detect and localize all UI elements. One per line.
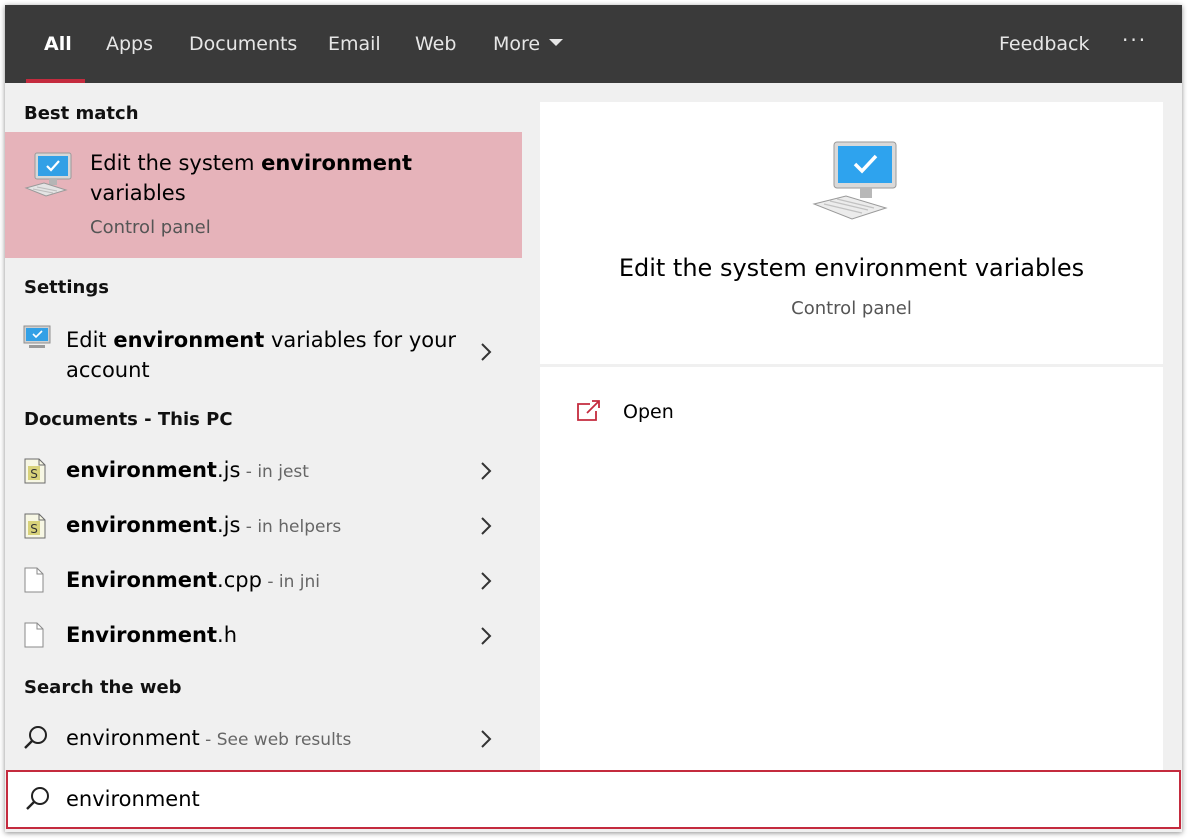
document-name-highlight: Environment bbox=[66, 568, 218, 592]
document-item[interactable]: S environment.js - in jest bbox=[5, 445, 522, 497]
document-name-highlight: environment bbox=[66, 513, 217, 537]
best-match-title-prefix: Edit the system bbox=[90, 151, 262, 175]
document-item-label: Environment.cpp - in jni bbox=[66, 568, 320, 592]
tab-apps[interactable]: Apps bbox=[106, 5, 153, 83]
search-icon bbox=[25, 786, 51, 816]
best-match-title-highlight: environment bbox=[261, 151, 413, 175]
tab-email[interactable]: Email bbox=[328, 5, 381, 83]
settings-item-highlight: environment bbox=[113, 328, 265, 352]
settings-item-label: Edit environment variables for your acco… bbox=[66, 325, 456, 385]
preview-card: Edit the system environment variables Co… bbox=[540, 102, 1163, 364]
preview-subtitle: Control panel bbox=[791, 298, 912, 319]
document-extension: .cpp bbox=[217, 568, 262, 592]
js-file-icon: S bbox=[23, 513, 47, 543]
web-search-item[interactable]: environment - See web results bbox=[5, 713, 522, 765]
blank-file-icon bbox=[23, 622, 45, 652]
more-options-button[interactable]: ··· bbox=[1122, 5, 1147, 83]
document-extension: .js bbox=[216, 513, 241, 537]
feedback-button[interactable]: Feedback bbox=[999, 5, 1089, 83]
tab-documents[interactable]: Documents bbox=[189, 5, 297, 83]
document-item-label: environment.js - in jest bbox=[66, 458, 309, 482]
document-item[interactable]: Environment.h bbox=[5, 610, 522, 662]
document-item-label: environment.js - in helpers bbox=[66, 513, 341, 537]
svg-text:S: S bbox=[30, 522, 38, 536]
document-item[interactable]: S environment.js - in helpers bbox=[5, 500, 522, 552]
search-input[interactable] bbox=[66, 784, 1156, 814]
search-bar[interactable] bbox=[6, 770, 1181, 829]
preview-title: Edit the system environment variables bbox=[618, 254, 1085, 282]
web-search-query: environment bbox=[66, 726, 200, 750]
section-heading-documents: Documents - This PC bbox=[24, 409, 233, 430]
computer-monitor-icon bbox=[24, 152, 74, 202]
document-name-highlight: Environment bbox=[66, 623, 218, 647]
tab-more[interactable]: More bbox=[493, 5, 564, 83]
section-heading-web: Search the web bbox=[24, 677, 182, 698]
settings-item-suffix: variables for your bbox=[264, 328, 457, 352]
chevron-down-icon bbox=[549, 39, 564, 46]
tab-web[interactable]: Web bbox=[415, 5, 456, 83]
chevron-right-icon[interactable] bbox=[479, 461, 493, 485]
tab-more-label: More bbox=[493, 33, 541, 55]
tab-all[interactable]: All bbox=[44, 5, 72, 83]
document-extension: .h bbox=[217, 623, 238, 647]
document-location: - in jni bbox=[261, 572, 320, 592]
document-item[interactable]: Environment.cpp - in jni bbox=[5, 555, 522, 607]
best-match-title-suffix: variables bbox=[90, 181, 186, 205]
chevron-right-icon[interactable] bbox=[479, 571, 493, 595]
settings-monitor-icon bbox=[23, 325, 51, 355]
chevron-right-icon[interactable] bbox=[479, 516, 493, 540]
top-bar: All Apps Documents Email Web More Feedba… bbox=[5, 5, 1182, 83]
section-heading-settings: Settings bbox=[24, 277, 109, 298]
document-name-highlight: environment bbox=[66, 458, 217, 482]
web-search-label: environment - See web results bbox=[66, 726, 351, 750]
best-match-item[interactable]: Edit the system environment variables Co… bbox=[5, 132, 522, 258]
document-extension: .js bbox=[216, 458, 241, 482]
web-search-hint: - See web results bbox=[199, 730, 352, 750]
svg-text:S: S bbox=[30, 467, 38, 481]
open-external-icon bbox=[576, 399, 602, 427]
settings-item-env-vars[interactable]: Edit environment variables for your acco… bbox=[5, 311, 522, 383]
preview-actions: Open bbox=[540, 367, 1163, 787]
js-file-icon: S bbox=[23, 458, 47, 488]
document-location: - in helpers bbox=[240, 517, 342, 537]
open-label: Open bbox=[623, 401, 674, 423]
section-heading-best-match: Best match bbox=[24, 103, 139, 124]
search-window: All Apps Documents Email Web More Feedba… bbox=[5, 5, 1182, 832]
settings-item-prefix: Edit bbox=[66, 328, 114, 352]
settings-item-line2: account bbox=[66, 358, 150, 382]
best-match-subtitle: Control panel bbox=[90, 217, 211, 238]
computer-monitor-icon bbox=[810, 140, 898, 226]
results-pane: Best match Edit the system environment v… bbox=[5, 83, 522, 770]
document-location: - in jest bbox=[240, 462, 309, 482]
blank-file-icon bbox=[23, 567, 45, 597]
chevron-right-icon[interactable] bbox=[479, 729, 493, 753]
chevron-right-icon[interactable] bbox=[479, 342, 493, 366]
best-match-title: Edit the system environment variables bbox=[90, 148, 490, 208]
document-item-label: Environment.h bbox=[66, 623, 237, 647]
search-icon bbox=[23, 725, 49, 755]
chevron-right-icon[interactable] bbox=[479, 626, 493, 650]
